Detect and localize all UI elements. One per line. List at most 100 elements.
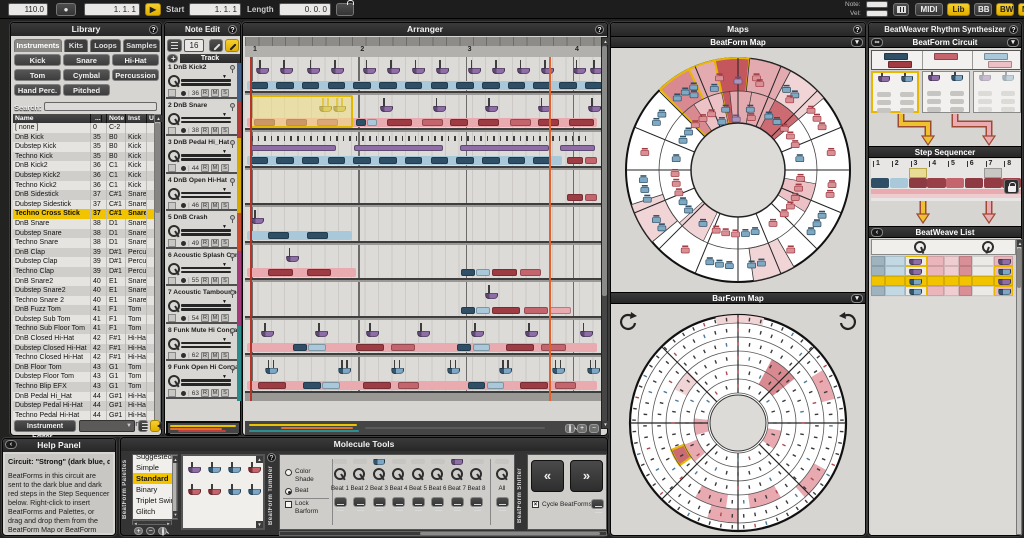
note-value-field[interactable] [866,1,888,8]
palette-scrollbar[interactable]: ▲▼ [172,455,177,519]
track-r-button[interactable]: R [201,314,209,322]
volume-slider[interactable]: ▼ [181,265,231,274]
track-knob-icon[interactable] [168,225,180,237]
pan-dot-icon[interactable] [181,278,186,283]
track-m-button[interactable]: M [211,277,219,285]
collapse-button[interactable]: ▾ [1007,38,1019,47]
pencil-tool-button[interactable] [225,39,239,52]
weave-cell[interactable] [905,266,927,276]
view-button-bw[interactable]: BW [996,3,1014,16]
pin-icon[interactable] [230,103,235,108]
table-row[interactable]: DnB Kick35B0Kick [13,133,154,143]
knob-icon[interactable] [982,241,994,253]
category-tom[interactable]: Tom [14,69,61,81]
weave-cell[interactable] [885,286,905,296]
weave-cell[interactable] [972,256,994,266]
lock-button[interactable] [1004,179,1019,194]
circuit-block[interactable] [934,53,958,60]
table-row[interactable]: Techno Sub Floor Tom41F1Tom [13,324,154,334]
weave-cell[interactable] [905,286,927,296]
step-cell[interactable] [984,178,1002,188]
table-row[interactable]: Techno Closed Hi-Hat42F#1Hi-Hat [13,353,154,363]
track-r-button[interactable]: R [201,239,209,247]
start-field[interactable]: 1. 1. 1 [189,3,241,16]
arranger-row[interactable] [245,132,601,168]
pan-dot-icon[interactable] [181,166,186,171]
instrument-table[interactable]: [ none ]0C-2DnB Kick35B0KickDubstep Kick… [13,123,154,430]
table-row[interactable]: DnB Snare38D1Snare [13,219,154,229]
track-r-button[interactable]: R [201,89,209,97]
pan-dot-icon[interactable] [181,91,186,96]
track-m-button[interactable]: M [211,314,219,322]
brush-tool-button[interactable] [209,39,223,52]
table-row[interactable]: Techno Cross Stick37C#1Snare [13,209,154,219]
arranger-row[interactable] [245,357,601,393]
arranger-row[interactable] [245,57,601,93]
table-row[interactable]: Techno Clap39D#1Percus... [13,267,154,277]
pin-icon[interactable] [230,328,235,333]
shifter-menu-button[interactable] [591,499,604,509]
add-palette-button[interactable]: + [134,527,143,535]
pad-button[interactable] [168,202,176,210]
track-knob-icon[interactable] [168,263,180,275]
timeline-ruler[interactable]: 1234 [245,37,601,57]
palette-item[interactable]: Binary [133,484,177,495]
table-row[interactable]: Dubstep Clap39D#1Percus... [13,257,154,267]
knob-beat-1[interactable] [334,468,346,480]
arranger-row[interactable] [245,207,601,243]
instrument-editor-button[interactable]: Instrument Editor... [14,420,76,432]
palette-grid[interactable]: ▲▼ [181,454,265,530]
pin-icon[interactable] [230,290,235,295]
circuit-block[interactable] [888,61,912,68]
cycle-checkbox[interactable]: × [532,501,539,508]
molecule-hscroll[interactable] [279,531,607,536]
table-row[interactable]: Dubstep Kick236C1Kick [13,171,154,181]
pad-button[interactable] [168,314,176,322]
preview-sound-button[interactable] [150,420,160,432]
track-s-button[interactable]: S [221,352,229,360]
table-row[interactable]: DnB Sidestick37C#1Snare [13,190,154,200]
table-header[interactable]: Name... ▲NoteInstU [13,114,154,123]
pad-button[interactable] [168,277,176,285]
volume-slider[interactable]: ▼ [181,340,231,349]
track-s-button[interactable]: S [221,277,229,285]
search-palette-button[interactable] [158,527,167,535]
pattern-grid[interactable] [245,57,601,401]
weave-cell[interactable] [944,266,959,276]
scroll-up-icon[interactable]: ▲ [155,115,162,122]
scroll-down-icon[interactable]: ▼ [602,421,609,428]
pin-icon[interactable] [230,215,235,220]
scroll-up-icon[interactable]: ▲ [1017,240,1023,247]
knob-menu-button[interactable] [353,497,366,507]
instrument-dropdown[interactable]: ▼ [79,420,135,432]
table-row[interactable]: DnB Floor Tom43G1Tom [13,363,154,373]
scroll-down-icon[interactable]: ▼ [256,521,263,528]
circuit-cell[interactable] [922,71,970,113]
shift-right-button[interactable]: » [570,460,603,492]
palette-item[interactable]: Simple [133,462,177,473]
weave-cell[interactable] [944,256,959,266]
track-s-button[interactable]: S [221,89,229,97]
table-row[interactable]: Dubstep Pedal Hi-Hat44G#1Hi-Hat [13,401,154,411]
help-icon[interactable]: ? [149,25,158,34]
arranger-row[interactable] [245,170,601,206]
zoom-fit-button[interactable] [565,424,575,433]
volume-slider[interactable]: ▼ [181,377,231,386]
table-row[interactable]: Dubstep Floor Tom43G1Tom [13,372,154,382]
track-s-button[interactable]: S [221,164,229,172]
weave-cell[interactable] [871,276,885,286]
knob-beat-9[interactable] [496,468,508,480]
track-knob-icon[interactable] [168,188,180,200]
search-input[interactable] [44,102,157,111]
pan-dot-icon[interactable] [181,391,186,396]
palette-hscroll[interactable]: ◄► [132,520,172,525]
knob-beat-5[interactable] [412,468,424,480]
table-row[interactable]: Dubstep Snare240E1Snare [13,286,154,296]
table-row[interactable]: Dubstep Snare38D1Snare [13,229,154,239]
weave-cell[interactable] [927,286,944,296]
weave-cell[interactable] [972,266,994,276]
knob-menu-button[interactable] [412,497,425,507]
weave-cell[interactable] [994,276,1013,286]
option-color-shade[interactable] [285,469,292,476]
pad-button[interactable] [168,389,176,397]
